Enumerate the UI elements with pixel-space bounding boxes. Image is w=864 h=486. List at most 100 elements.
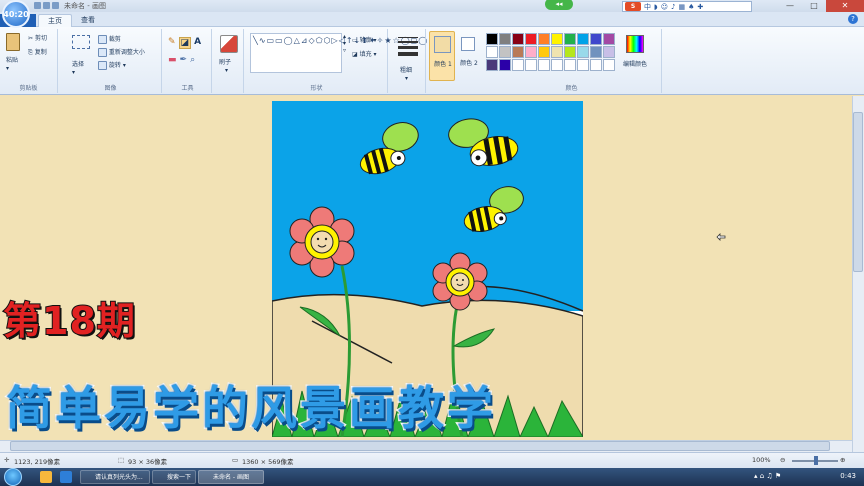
resize-button[interactable]: 重新调整大小 <box>98 47 145 57</box>
recording-indicator[interactable]: ◂◂ <box>545 0 573 10</box>
mouse-cursor-icon <box>716 232 726 242</box>
tools-icon[interactable]: ✚ <box>697 3 703 11</box>
palette-color-swatch[interactable] <box>538 46 550 58</box>
zoom-in-button[interactable]: ⊕ <box>840 456 845 464</box>
palette-color-swatch[interactable] <box>525 46 537 58</box>
shapes-gallery-scroll[interactable]: ▴ ▾ ▿ <box>343 33 346 54</box>
palette-color-swatch[interactable] <box>564 59 576 71</box>
paste-dropdown-icon[interactable]: ▾ <box>6 65 9 72</box>
close-button[interactable]: ✕ <box>826 0 864 12</box>
taskbar-clock[interactable]: 0:43 <box>840 472 856 480</box>
palette-color-swatch[interactable] <box>499 46 511 58</box>
minimize-button[interactable]: — <box>778 0 802 12</box>
paint-app-button[interactable]: 40:20 <box>2 0 30 28</box>
palette-color-swatch[interactable] <box>551 46 563 58</box>
paste-button[interactable]: 粘贴 <box>6 55 18 64</box>
color-picker-icon[interactable]: ✒ <box>180 55 188 65</box>
select-button[interactable]: 选择 <box>72 59 84 68</box>
ribbon: 粘贴 ▾ ✂ 剪切 ⎘ 复制 剪贴板 选择 ▾ 裁剪 重新调整大小 旋转 ▾ 图… <box>0 27 864 95</box>
edit-colors-button[interactable]: 编辑颜色 <box>623 59 647 68</box>
maximize-button[interactable]: □ <box>802 0 826 12</box>
moon-icon[interactable]: ◗ <box>654 3 658 11</box>
copy-button[interactable]: ⎘ 复制 <box>28 47 47 57</box>
shapes-gallery[interactable]: ╲∿▭▭◯△⊿◇⬠⬡▷◁↑↓⬆✦✧★☆◯◻◯ <box>250 33 427 73</box>
brushes-dropdown-icon[interactable]: ▾ <box>225 67 228 74</box>
vertical-scroll-thumb[interactable] <box>853 112 863 272</box>
palette-color-swatch[interactable] <box>551 59 563 71</box>
palette-color-swatch[interactable] <box>512 46 524 58</box>
horizontal-scroll-thumb[interactable] <box>10 441 830 451</box>
palette-color-swatch[interactable] <box>499 59 511 71</box>
size-button[interactable]: 粗细 <box>400 65 412 74</box>
palette-color-swatch[interactable] <box>486 46 498 58</box>
title-bar: 40:20 未命名 - 画图 ◂◂ S 中 ◗ ☺ ♪ ▦ ♠ ✚ — □ ✕ <box>0 0 864 28</box>
size-dropdown-icon[interactable]: ▾ <box>405 75 408 82</box>
brushes-button[interactable]: 刷子 <box>219 57 231 66</box>
episode-label: 第18期 <box>2 298 136 344</box>
brush-icon[interactable] <box>220 35 238 53</box>
cut-button[interactable]: ✂ 剪切 <box>28 33 47 42</box>
save-icon[interactable] <box>34 2 41 9</box>
palette-color-swatch[interactable] <box>512 33 524 45</box>
taskbar-item-browser[interactable]: 请认真列光头为... <box>80 470 150 484</box>
palette-color-swatch[interactable] <box>564 33 576 45</box>
palette-color-swatch[interactable] <box>486 33 498 45</box>
select-dropdown-icon[interactable]: ▾ <box>72 69 75 76</box>
fill-button[interactable]: ◪ 填充 ▾ <box>352 49 377 58</box>
eraser-icon[interactable]: ▬ <box>168 55 177 65</box>
taskbar-item-search[interactable]: 搜索一下 <box>152 470 196 484</box>
ime-toolbar[interactable]: S 中 ◗ ☺ ♪ ▦ ♠ ✚ <box>622 1 752 12</box>
size-icon[interactable] <box>398 37 418 56</box>
browser-icon[interactable] <box>60 471 72 483</box>
palette-color-swatch[interactable] <box>603 59 615 71</box>
palette-color-swatch[interactable] <box>525 33 537 45</box>
explorer-icon[interactable] <box>40 471 52 483</box>
palette-color-swatch[interactable] <box>590 33 602 45</box>
help-icon[interactable]: ? <box>848 14 858 24</box>
start-button[interactable] <box>4 468 22 486</box>
tab-home[interactable]: 主页 <box>38 14 72 27</box>
rotate-button[interactable]: 旋转 ▾ <box>98 60 126 70</box>
palette-color-swatch[interactable] <box>564 46 576 58</box>
keyboard-icon[interactable]: ▦ <box>678 3 685 11</box>
outline-button[interactable]: ▭ 轮廓 ▾ <box>352 35 377 44</box>
ime-language[interactable]: 中 <box>644 2 651 12</box>
edit-colors-icon[interactable] <box>626 35 644 53</box>
palette-color-swatch[interactable] <box>538 33 550 45</box>
shirt-icon[interactable]: ♠ <box>688 3 694 11</box>
palette-color-swatch[interactable] <box>603 33 615 45</box>
palette-color-swatch[interactable] <box>551 33 563 45</box>
paste-icon[interactable] <box>6 33 20 51</box>
palette-color-swatch[interactable] <box>577 46 589 58</box>
taskbar-item-paint[interactable]: 未命名 - 画图 <box>198 470 264 484</box>
palette-color-swatch[interactable] <box>590 46 602 58</box>
color2-button[interactable]: 颜色 2 <box>458 31 480 81</box>
tray-icons[interactable]: ▴ ⌂ ♫ ⚑ <box>754 472 781 480</box>
pencil-icon[interactable]: ✎ <box>168 37 176 49</box>
palette-color-swatch[interactable] <box>538 59 550 71</box>
palette-color-swatch[interactable] <box>590 59 602 71</box>
selection-icon: ⬚ <box>118 456 125 464</box>
magnifier-icon[interactable]: ⌕ <box>190 55 195 65</box>
mic-icon[interactable]: ♪ <box>671 3 675 11</box>
palette-color-swatch[interactable] <box>486 59 498 71</box>
smile-icon[interactable]: ☺ <box>661 3 668 11</box>
palette-color-swatch[interactable] <box>499 33 511 45</box>
zoom-out-button[interactable]: ⊖ <box>780 456 785 464</box>
palette-color-swatch[interactable] <box>577 59 589 71</box>
text-icon[interactable]: A <box>194 37 201 49</box>
palette-color-swatch[interactable] <box>512 59 524 71</box>
undo-icon[interactable] <box>43 2 50 9</box>
palette-color-swatch[interactable] <box>577 33 589 45</box>
crop-button[interactable]: 裁剪 <box>98 34 121 44</box>
color1-button[interactable]: 颜色 1 <box>429 31 455 81</box>
cursor-position: 1123, 219像素 <box>14 458 61 466</box>
select-icon[interactable] <box>72 35 90 49</box>
tab-view[interactable]: 查看 <box>72 14 104 27</box>
zoom-slider-thumb[interactable] <box>814 456 818 465</box>
crop-icon <box>98 35 107 44</box>
redo-icon[interactable] <box>52 2 59 9</box>
fill-icon[interactable]: ◪ <box>178 37 192 49</box>
palette-color-swatch[interactable] <box>603 46 615 58</box>
palette-color-swatch[interactable] <box>525 59 537 71</box>
